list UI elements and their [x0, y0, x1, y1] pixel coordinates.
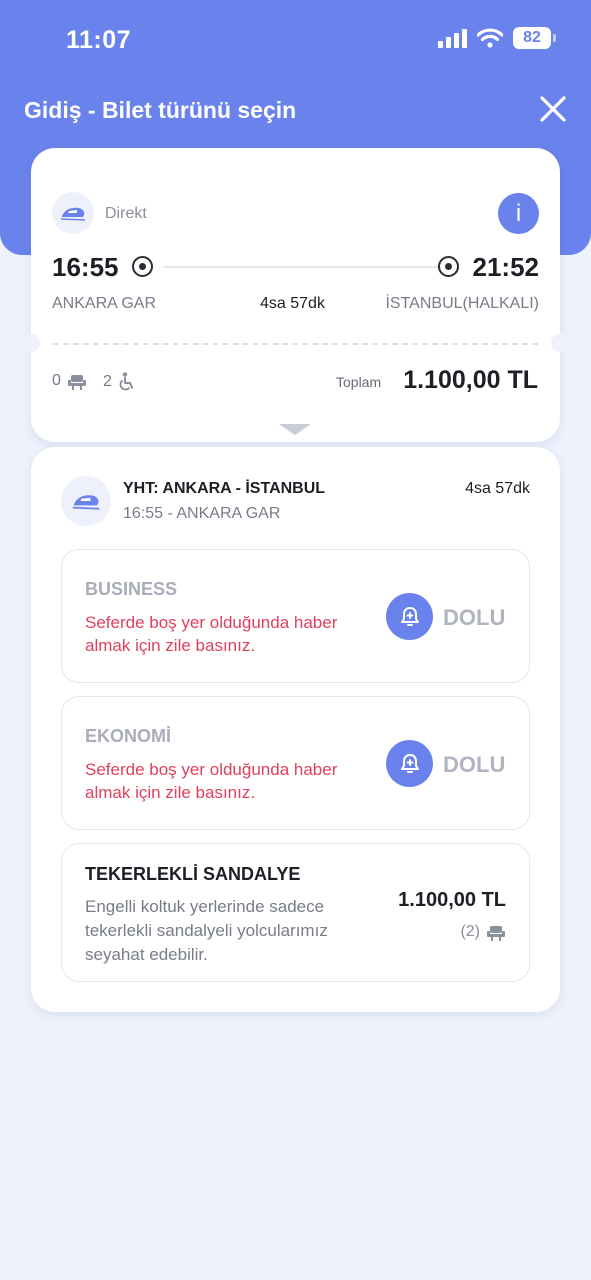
notify-bell-button[interactable]	[386, 740, 433, 787]
divider	[53, 343, 538, 345]
route-line	[164, 266, 457, 268]
class-option-economy[interactable]: EKONOMİ Seferde boş yer olduğunda haber …	[61, 696, 530, 830]
expand-indicator-icon	[279, 424, 311, 435]
class-description: Engelli koltuk yerlerinde sadece tekerle…	[85, 897, 328, 964]
ticket-notch-left	[22, 334, 40, 352]
class-option-wheelchair[interactable]: TEKERLEKLİ SANDALYE Engelli koltuk yerle…	[61, 843, 530, 982]
close-button[interactable]	[536, 92, 570, 126]
total-label: Toplam	[336, 374, 382, 390]
page-title: Gidiş - Bilet türünü seçin	[24, 97, 297, 123]
class-price: 1.100,00 TL	[398, 889, 506, 911]
train-icon	[61, 476, 111, 526]
seat-icon	[67, 374, 86, 390]
arrival-station: İSTANBUL(HALKALI)	[385, 295, 539, 312]
status-time: 11:07	[66, 26, 132, 54]
bell-icon	[400, 753, 419, 773]
train-departure: 16:55 - ANKARA GAR	[123, 505, 281, 522]
train-detail-card: YHT: ANKARA - İSTANBUL 4sa 57dk 16:55 - …	[31, 447, 560, 1012]
wheelchair-count: 2	[103, 372, 112, 390]
total-price: 1.100,00 TL	[403, 366, 538, 394]
train-icon	[52, 192, 94, 234]
seat-count: 0	[52, 372, 61, 389]
availability-status: DOLU	[443, 605, 506, 630]
wheelchair-passenger-count: 2	[103, 372, 136, 391]
arrival-time: 21:52	[472, 252, 540, 282]
ticket-notch-right	[551, 334, 569, 352]
class-option-business[interactable]: BUSINESS Seferde boş yer olduğunda haber…	[61, 549, 530, 683]
departure-time: 16:55	[52, 252, 119, 282]
info-button[interactable]: i	[498, 193, 539, 234]
notify-bell-button[interactable]	[386, 593, 433, 640]
train-duration: 4sa 57dk	[465, 480, 530, 497]
bell-icon	[400, 606, 419, 626]
trip-duration: 4sa 57dk	[260, 295, 325, 312]
wifi-icon	[477, 28, 503, 48]
trip-type-label: Direkt	[105, 205, 147, 222]
seat-icon	[487, 925, 505, 941]
trip-summary-card: Direkt i 16:55 21:52 ANKARA GAR 4sa 57dk…	[22, 148, 569, 442]
notify-message: Seferde boş yer olduğunda haber almak iç…	[85, 760, 338, 802]
train-name: YHT: ANKARA - İSTANBUL	[123, 480, 326, 497]
class-title: TEKERLEKLİ SANDALYE	[85, 864, 301, 884]
signal-icon	[438, 28, 467, 48]
notify-message: Seferde boş yer olduğunda haber almak iç…	[85, 613, 338, 655]
availability-status: DOLU	[443, 752, 506, 777]
close-icon	[540, 96, 566, 122]
battery-icon: 82	[513, 27, 556, 49]
seat-count: (2)	[460, 923, 480, 940]
departure-dot-icon	[132, 256, 153, 277]
seat-passenger-count: 0	[52, 372, 87, 390]
status-icons: 82	[438, 27, 556, 49]
available-seats: (2)	[460, 923, 506, 941]
arrival-dot-icon	[438, 256, 459, 277]
wheelchair-icon	[119, 372, 134, 391]
class-title: EKONOMİ	[85, 726, 172, 746]
class-title: BUSINESS	[85, 579, 178, 599]
departure-station: ANKARA GAR	[52, 295, 157, 312]
